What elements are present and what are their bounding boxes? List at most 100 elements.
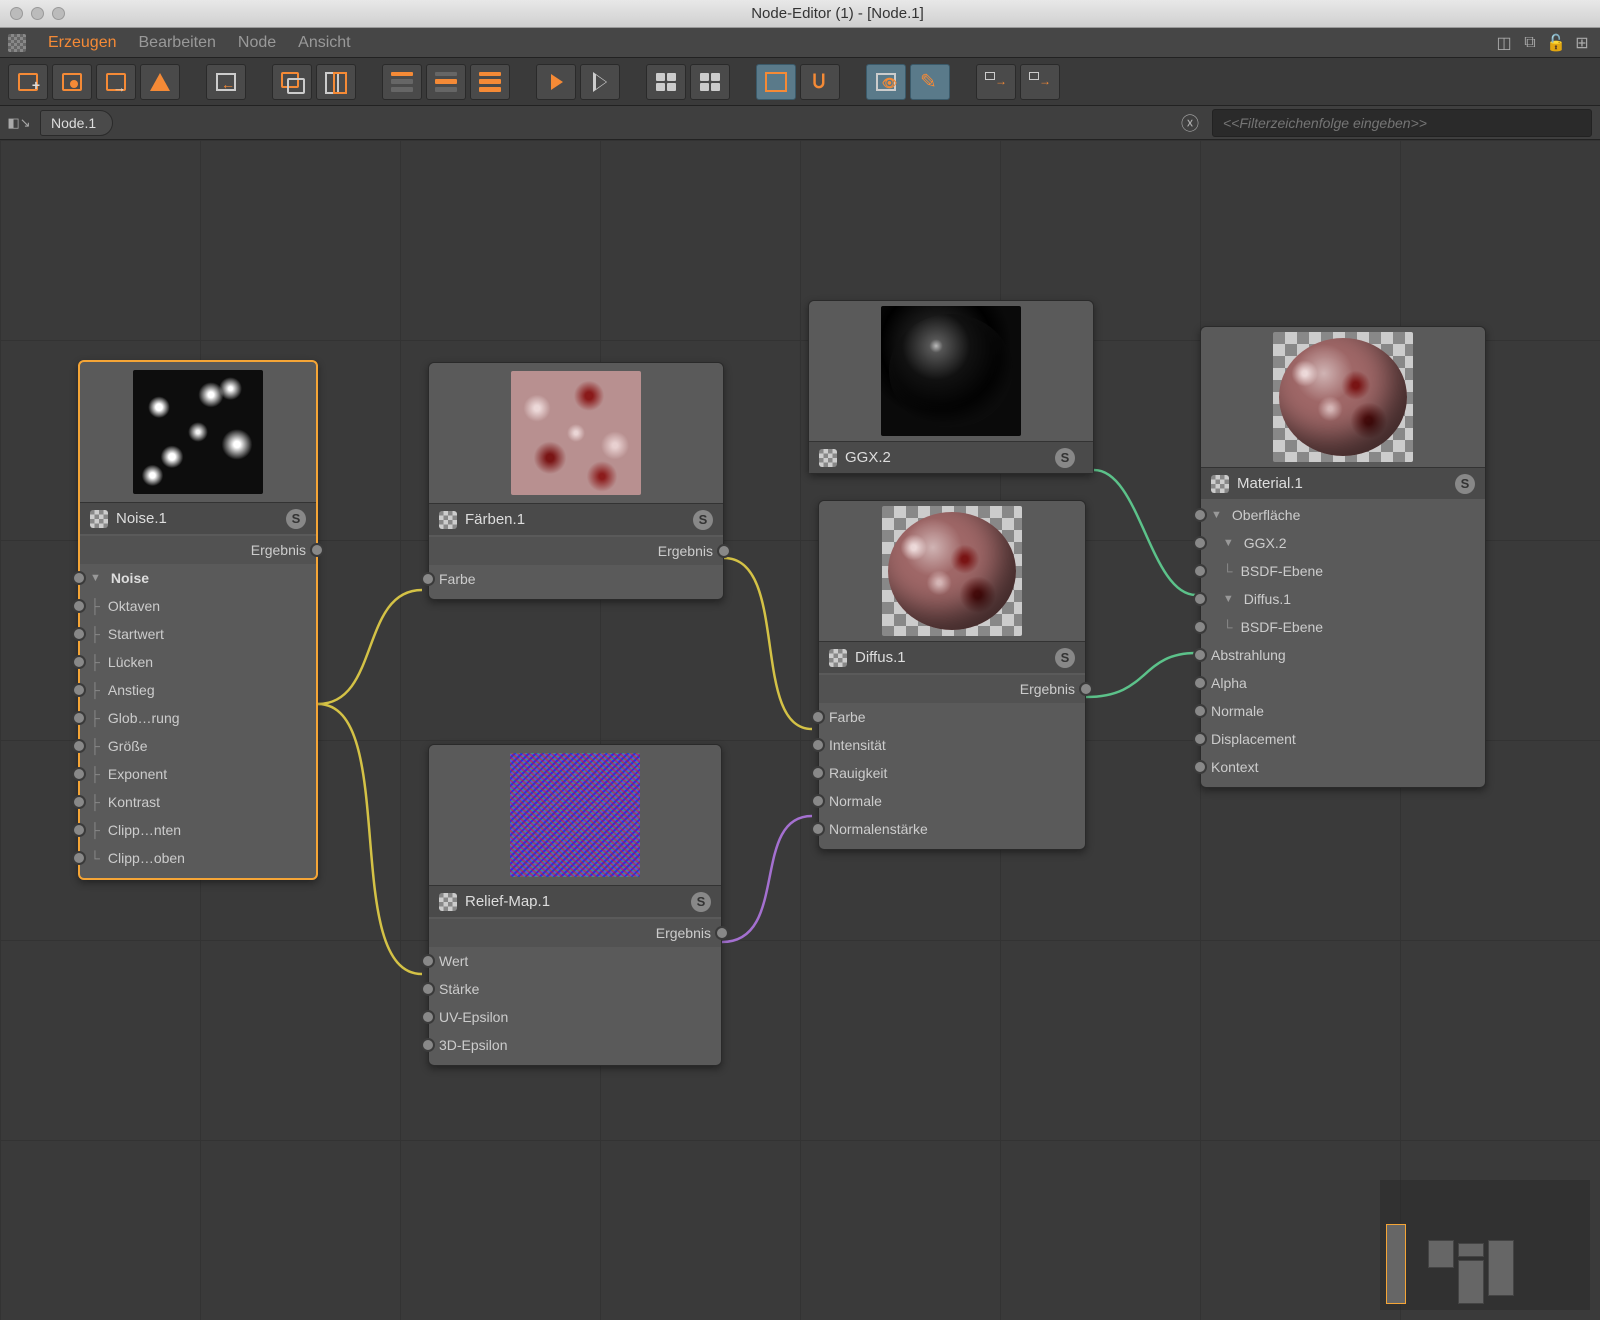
menu-bearbeiten[interactable]: Bearbeiten [139,34,216,52]
solo-badge-icon[interactable]: S [286,509,306,529]
new-node-button[interactable] [8,64,48,100]
input-port[interactable] [1193,564,1207,578]
output-row[interactable]: Ergebnis [429,919,721,947]
solo-badge-icon[interactable]: S [1055,648,1075,668]
node-noise[interactable]: Noise.1 S Ergebnis ▼ Noise ├ Oktaven ├ S… [78,360,318,880]
collapse-all-button[interactable] [470,64,510,100]
input-port[interactable] [1193,648,1207,662]
input-port[interactable] [811,738,825,752]
input-port[interactable] [1193,760,1207,774]
output-row[interactable]: Ergebnis [429,537,723,565]
node-canvas[interactable]: Noise.1 S Ergebnis ▼ Noise ├ Oktaven ├ S… [0,140,1600,1320]
input-port[interactable] [72,711,86,725]
input-port[interactable] [811,794,825,808]
output-row[interactable]: Ergebnis [80,536,316,564]
node-header[interactable]: Färben.1 S [429,503,723,535]
input-port[interactable] [72,767,86,781]
layout-split-2-icon[interactable]: ⧉ [1520,33,1540,53]
input-port[interactable] [1193,620,1207,634]
input-row[interactable]: Normale [819,787,1085,815]
node-material[interactable]: Material.1 S ▼Oberfläche ▼GGX.2 └ BSDF-E… [1200,326,1486,788]
input-row[interactable]: 3D-Epsilon [429,1031,721,1059]
output-port[interactable] [1079,682,1093,696]
input-row[interactable]: ├ Startwert [80,620,316,648]
ungroup-button[interactable] [316,64,356,100]
input-port[interactable] [421,982,435,996]
input-row[interactable]: ├ Größe [80,732,316,760]
new-port-button[interactable] [52,64,92,100]
node-header[interactable]: Material.1 S [1201,467,1485,499]
tree-row[interactable]: ▼GGX.2 [1201,529,1485,557]
menu-ansicht[interactable]: Ansicht [298,34,350,52]
node-header[interactable]: Relief-Map.1 S [429,885,721,917]
input-port[interactable] [421,1038,435,1052]
node-header[interactable]: GGX.2 S [809,441,1093,473]
input-row[interactable]: Abstrahlung [1201,641,1485,669]
solo-badge-icon[interactable]: S [1055,448,1075,468]
input-row[interactable]: Normale [1201,697,1485,725]
input-row[interactable]: Farbe [429,565,723,593]
node-header[interactable]: Diffus.1 S [819,641,1085,673]
input-port[interactable] [72,627,86,641]
app-menu-icon[interactable] [8,34,26,52]
menu-node[interactable]: Node [238,34,276,52]
input-row[interactable]: Alpha [1201,669,1485,697]
node-header[interactable]: Noise.1 S [80,502,316,534]
solo-badge-icon[interactable]: S [693,510,713,530]
export-node-button[interactable] [96,64,136,100]
input-row[interactable]: Wert [429,947,721,975]
play-hollow-button[interactable] [580,64,620,100]
input-port[interactable] [72,683,86,697]
lock-icon[interactable]: 🔓 [1546,33,1566,53]
input-port[interactable] [1193,704,1207,718]
input-port[interactable] [1193,732,1207,746]
input-row[interactable]: ├ Exponent [80,760,316,788]
solo-badge-icon[interactable]: S [1455,474,1475,494]
minimap-viewport[interactable] [1386,1224,1406,1304]
node-ggx[interactable]: GGX.2 S [808,300,1094,474]
output-row[interactable]: Ergebnis [819,675,1085,703]
input-row[interactable]: ├ Clipp…nten [80,816,316,844]
tree-row[interactable]: ▼Oberfläche [1201,501,1485,529]
tree-row[interactable]: ▼Diffus.1 [1201,585,1485,613]
zoom-window-button[interactable] [52,7,65,20]
filter-input[interactable] [1212,109,1592,137]
collapse-mid-button[interactable] [426,64,466,100]
input-row[interactable]: Kontext [1201,753,1485,781]
preview-toggle-button[interactable] [866,64,906,100]
input-port[interactable] [72,795,86,809]
flow-in-button[interactable] [1020,64,1060,100]
minimap[interactable] [1380,1180,1590,1310]
snap-button[interactable] [800,64,840,100]
input-port[interactable] [421,1010,435,1024]
input-row[interactable]: Stärke [429,975,721,1003]
minimize-window-button[interactable] [31,7,44,20]
input-port[interactable] [1193,592,1207,606]
group-row[interactable]: ▼ Noise [80,564,316,592]
collapse-top-button[interactable] [382,64,422,100]
input-port[interactable] [811,766,825,780]
input-port[interactable] [72,655,86,669]
node-farben[interactable]: Färben.1 S Ergebnis Farbe [428,362,724,600]
input-port[interactable] [811,822,825,836]
input-port[interactable] [421,954,435,968]
input-port[interactable] [1193,676,1207,690]
home-icon[interactable]: ◧↘ [8,112,30,134]
close-window-button[interactable] [10,7,23,20]
group-button[interactable] [272,64,312,100]
output-port[interactable] [310,543,324,557]
play-solid-button[interactable] [536,64,576,100]
menu-erzeugen[interactable]: Erzeugen [48,34,117,52]
input-row[interactable]: Displacement [1201,725,1485,753]
node-relief-map[interactable]: Relief-Map.1 S Ergebnis Wert Stärke UV-E… [428,744,722,1066]
input-port[interactable] [72,739,86,753]
edit-toggle-button[interactable] [910,64,950,100]
output-port[interactable] [715,926,729,940]
input-port[interactable] [1193,508,1207,522]
input-port[interactable] [421,572,435,586]
solo-badge-icon[interactable]: S [691,892,711,912]
tree-row[interactable]: └ BSDF-Ebene [1201,557,1485,585]
flow-out-button[interactable] [976,64,1016,100]
expand-icon[interactable]: ⊞ [1572,33,1592,53]
clear-filter-icon[interactable]: ⓧ [1178,110,1202,136]
